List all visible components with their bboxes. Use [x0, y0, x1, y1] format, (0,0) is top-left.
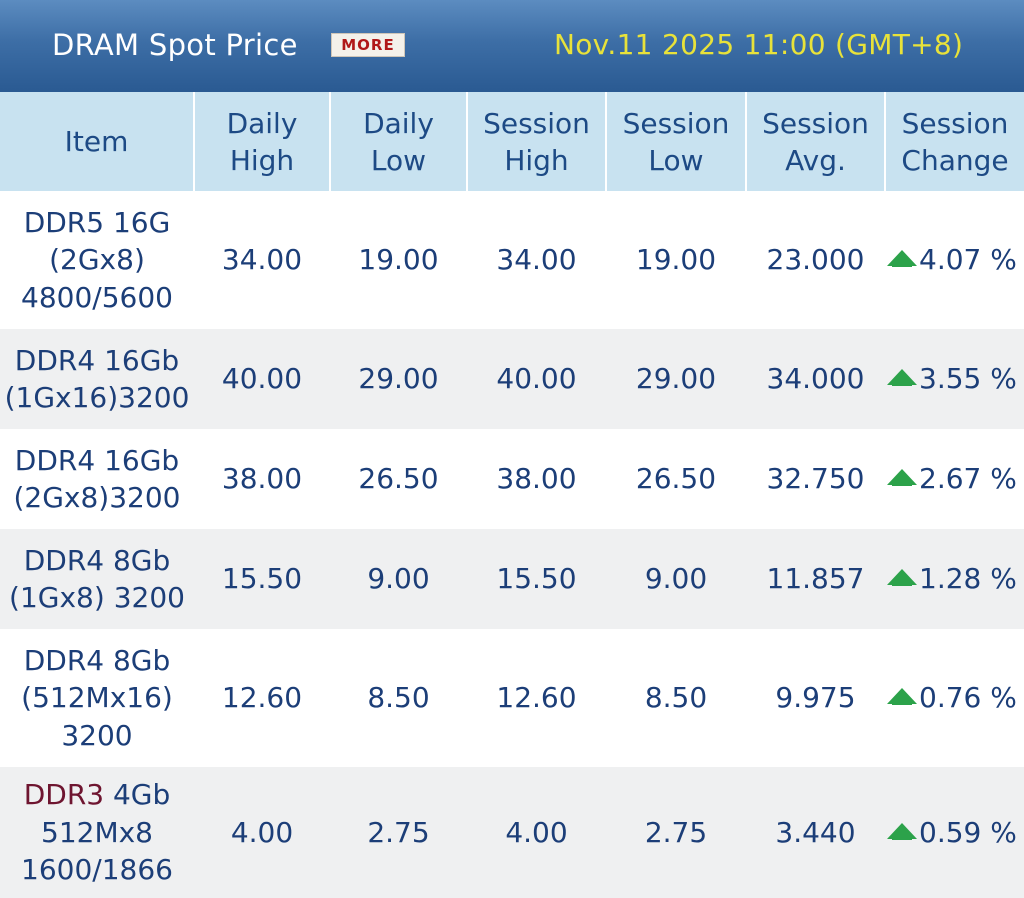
table-row[interactable]: DDR4 8Gb (1Gx8) 3200 15.50 9.00 15.50 9.0…: [0, 529, 1024, 629]
up-arrow-icon: [887, 469, 917, 487]
session-low-cell: 26.50: [606, 429, 746, 529]
session-change-cell: 4.07 %: [885, 191, 1024, 329]
session-high-cell: 38.00: [467, 429, 606, 529]
up-arrow-icon: [887, 688, 917, 706]
daily-low-cell: 19.00: [330, 191, 467, 329]
session-low-cell: 8.50: [606, 629, 746, 767]
col-header-daily-low[interactable]: Daily Low: [329, 92, 467, 191]
daily-high-cell: 40.00: [194, 329, 330, 429]
session-avg-cell: 3.440: [746, 767, 885, 898]
up-arrow-icon: [887, 822, 917, 840]
daily-high-cell: 4.00: [194, 767, 330, 898]
item-cell: DDR4 16Gb (2Gx8)3200: [0, 429, 194, 529]
session-high-cell: 4.00: [467, 767, 606, 898]
session-change-cell: 2.67 %: [885, 429, 1024, 529]
item-cell: DDR4 16Gb (1Gx16)3200: [0, 329, 194, 429]
daily-high-cell: 38.00: [194, 429, 330, 529]
up-arrow-icon: [887, 250, 917, 268]
item-cell: DDR4 8Gb (512Mx16) 3200: [0, 629, 194, 767]
table-row[interactable]: DDR4 16Gb (2Gx8)3200 38.00 26.50 38.00 26…: [0, 429, 1024, 529]
session-avg-cell: 34.000: [746, 329, 885, 429]
session-avg-cell: 32.750: [746, 429, 885, 529]
title-bar: DRAM Spot Price MORE Nov.11 2025 11:00 (…: [0, 0, 1024, 92]
price-table: Item Daily High Daily Low Session High Sess…: [0, 92, 1024, 898]
datetime-label: Nov.11 2025 11:00 (GMT+8): [554, 28, 964, 61]
item-cell: DDR5 16G (2Gx8) 4800/5600: [0, 191, 194, 329]
session-avg-cell: 23.000: [746, 191, 885, 329]
up-arrow-icon: [887, 369, 917, 387]
item-cell: DDR3 4Gb 512Mx8 1600/1866: [0, 767, 194, 898]
session-low-cell: 19.00: [606, 191, 746, 329]
col-header-item[interactable]: Item: [0, 92, 194, 191]
daily-high-cell: 12.60: [194, 629, 330, 767]
session-change-cell: 0.59 %: [885, 767, 1024, 898]
daily-low-cell: 9.00: [330, 529, 467, 629]
ddr3-label: DDR3: [23, 778, 105, 812]
session-change-cell: 3.55 %: [885, 329, 1024, 429]
item-cell: DDR4 8Gb (1Gx8) 3200: [0, 529, 194, 629]
session-high-cell: 40.00: [467, 329, 606, 429]
session-avg-cell: 9.975: [746, 629, 885, 767]
session-low-cell: 29.00: [606, 329, 746, 429]
page-title: DRAM Spot Price: [52, 28, 298, 62]
table-row[interactable]: DDR4 8Gb (512Mx16) 3200 12.60 8.50 12.60 8…: [0, 629, 1024, 767]
more-button[interactable]: MORE: [331, 33, 405, 57]
session-high-cell: 12.60: [467, 629, 606, 767]
col-header-daily-high[interactable]: Daily High: [193, 92, 330, 191]
session-high-cell: 15.50: [467, 529, 606, 629]
col-header-session-avg[interactable]: Session Avg.: [745, 92, 885, 191]
table-row[interactable]: DDR3 4Gb 512Mx8 1600/1866 4.00 2.75 4.00 2…: [0, 767, 1024, 898]
session-change-cell: 0.76 %: [885, 629, 1024, 767]
session-avg-cell: 11.857: [746, 529, 885, 629]
daily-high-cell: 15.50: [194, 529, 330, 629]
daily-low-cell: 8.50: [330, 629, 467, 767]
table-row[interactable]: DDR4 16Gb (1Gx16)3200 40.00 29.00 40.00 2…: [0, 329, 1024, 429]
col-header-session-change[interactable]: Session Change: [884, 92, 1024, 191]
col-header-session-high[interactable]: Session High: [466, 92, 606, 191]
session-low-cell: 2.75: [606, 767, 746, 898]
daily-low-cell: 29.00: [330, 329, 467, 429]
header-row: Item Daily High Daily Low Session High Sess…: [0, 92, 1024, 191]
session-high-cell: 34.00: [467, 191, 606, 329]
daily-low-cell: 2.75: [330, 767, 467, 898]
daily-low-cell: 26.50: [330, 429, 467, 529]
up-arrow-icon: [887, 569, 917, 587]
session-change-cell: 1.28 %: [885, 529, 1024, 629]
daily-high-cell: 34.00: [194, 191, 330, 329]
session-low-cell: 9.00: [606, 529, 746, 629]
col-header-session-low[interactable]: Session Low: [605, 92, 746, 191]
table-row[interactable]: DDR5 16G (2Gx8) 4800/5600 34.00 19.00 34.0…: [0, 191, 1024, 329]
